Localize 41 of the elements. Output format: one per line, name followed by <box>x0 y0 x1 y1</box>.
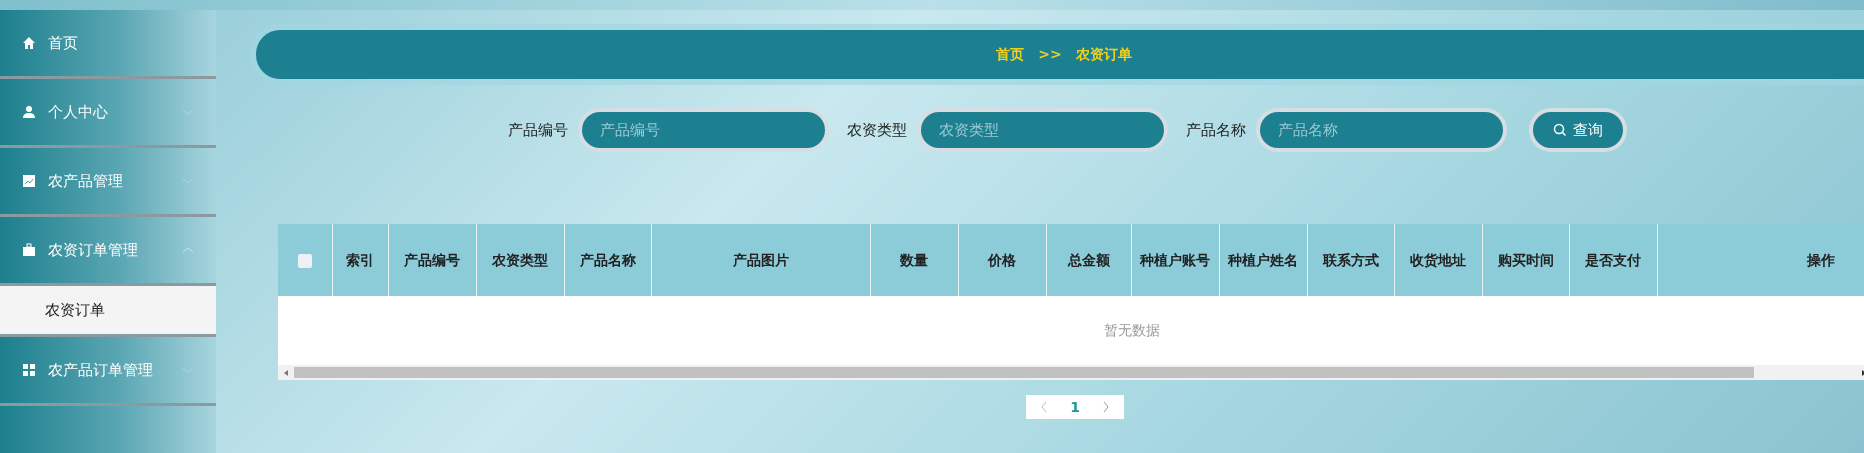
column-header: 价格 <box>958 224 1046 296</box>
column-header: 数量 <box>870 224 958 296</box>
column-header: 操作 <box>1657 224 1864 296</box>
column-header: 种植户姓名 <box>1219 224 1307 296</box>
sidebar-item[interactable]: 农产品管理 <box>0 148 216 217</box>
column-header: 种植户账号 <box>1131 224 1219 296</box>
input-field[interactable]: 产品编号 <box>581 112 825 148</box>
breadcrumb-separator: >> <box>1038 45 1062 64</box>
column-header: 收货地址 <box>1394 224 1482 296</box>
column-header: 是否支付 <box>1569 224 1657 296</box>
chart-icon <box>22 174 36 188</box>
input-field[interactable]: 农资类型 <box>920 112 1164 148</box>
sidebar-item[interactable]: 首页 <box>0 10 216 79</box>
submenu-item[interactable]: 农资订单 <box>0 286 216 337</box>
checkbox[interactable] <box>297 253 312 268</box>
sidebar-item[interactable]: 农产品订单管理 <box>0 337 216 406</box>
column-header: 总金额 <box>1046 224 1131 296</box>
column-header: 产品名称 <box>564 224 651 296</box>
column-header: 购买时间 <box>1482 224 1569 296</box>
next-page-icon[interactable] <box>1101 401 1110 413</box>
column-header: 农资类型 <box>476 224 564 296</box>
search-icon <box>1552 123 1567 137</box>
home-icon <box>22 36 36 50</box>
page-number[interactable]: 1 <box>1070 396 1080 418</box>
column-header: 联系方式 <box>1307 224 1394 296</box>
column-header: 索引 <box>332 224 388 296</box>
scroll-left-icon[interactable] <box>282 368 290 377</box>
briefcase-icon <box>22 243 36 257</box>
column-header: 产品编号 <box>388 224 476 296</box>
prev-page-icon[interactable] <box>1040 401 1049 413</box>
user-icon <box>22 105 36 119</box>
field-label: 农资类型 <box>846 119 907 141</box>
grid-icon <box>22 363 36 377</box>
column-header: 产品图片 <box>651 224 870 296</box>
breadcrumb-link[interactable]: 农资订单 <box>1075 44 1132 65</box>
field-label: 产品名称 <box>1185 119 1246 141</box>
field-label: 产品编号 <box>507 119 568 141</box>
breadcrumb-link[interactable]: 首页 <box>996 44 1025 65</box>
input-field[interactable]: 产品名称 <box>1259 112 1503 148</box>
empty-message: 暂无数据 <box>1103 322 1160 338</box>
sidebar-item[interactable]: 个人中心 <box>0 79 216 148</box>
